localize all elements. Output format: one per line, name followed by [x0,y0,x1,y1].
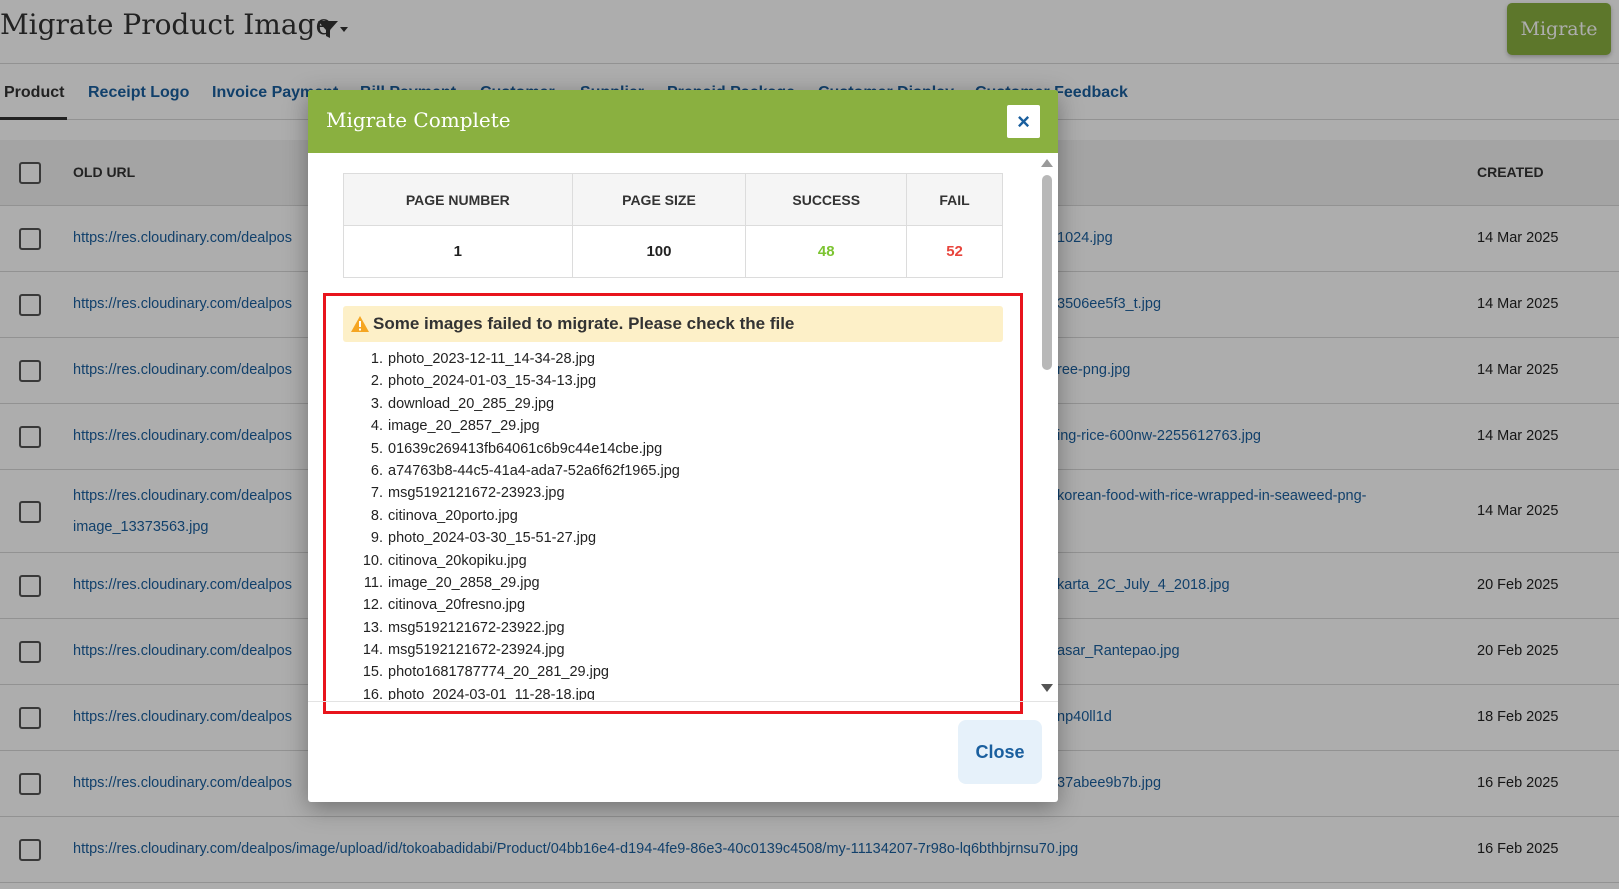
stats-header-page-number: PAGE NUMBER [343,173,573,226]
stats-page-size: 100 [571,225,747,278]
dialog-footer-divider [308,701,1058,702]
scroll-down-arrow-icon[interactable] [1041,684,1053,692]
close-icon[interactable]: × [1007,105,1040,138]
stats-success-count: 48 [745,225,908,278]
scrollbar-thumb[interactable] [1042,175,1052,370]
stats-header-fail: FAIL [906,173,1003,226]
highlight-annotation [323,293,1023,714]
stats-header-success: SUCCESS [745,173,908,226]
migrate-complete-dialog: Migrate Complete × PAGE NUMBER PAGE SIZE… [308,90,1058,802]
dialog-body: PAGE NUMBER PAGE SIZE SUCCESS FAIL 1 100… [308,153,1058,791]
scroll-up-arrow-icon[interactable] [1041,159,1053,167]
close-button[interactable]: Close [958,720,1042,784]
stats-page-number: 1 [343,225,573,278]
dialog-title: Migrate Complete [326,108,511,132]
stats-fail-count: 52 [906,225,1003,278]
dialog-scrollbar[interactable] [1039,153,1055,700]
stats-header-page-size: PAGE SIZE [571,173,747,226]
migration-stats-table: PAGE NUMBER PAGE SIZE SUCCESS FAIL 1 100… [343,173,1003,278]
dialog-header: Migrate Complete × [308,90,1058,153]
